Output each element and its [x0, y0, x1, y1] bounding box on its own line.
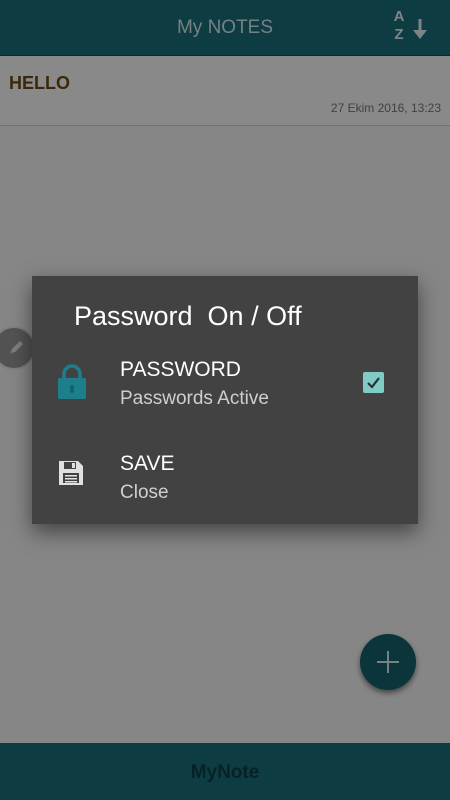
password-status: Passwords Active	[120, 388, 269, 409]
dialog-title: Password On / Off	[74, 301, 302, 331]
screen: My NOTES A Z HELLO 27 Ekim 2016, 13:23 M	[0, 0, 450, 800]
password-dialog: Password On / Off PASSWORD Passwords Act…	[32, 276, 418, 524]
save-sublabel: Close	[120, 482, 169, 503]
check-icon	[367, 377, 380, 389]
save-option[interactable]: SAVE Close	[32, 440, 418, 520]
save-label: SAVE	[120, 452, 175, 475]
password-checkbox[interactable]	[363, 372, 384, 393]
password-option[interactable]: PASSWORD Passwords Active	[32, 346, 418, 426]
save-icon	[59, 461, 83, 485]
password-label: PASSWORD	[120, 358, 241, 381]
lock-icon	[58, 364, 86, 399]
